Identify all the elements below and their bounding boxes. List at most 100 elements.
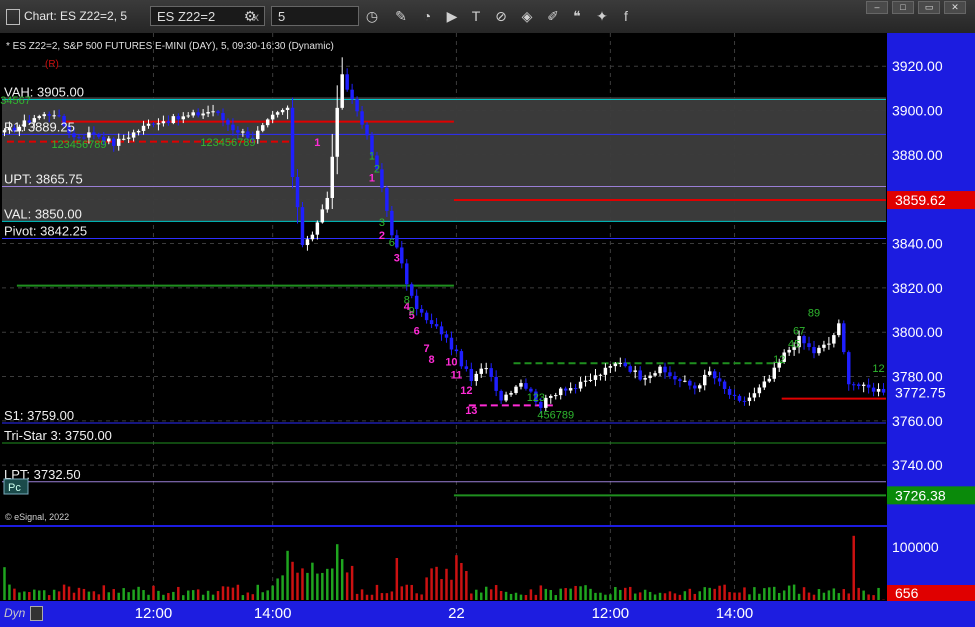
x-tick-label: 14:00 xyxy=(715,605,754,622)
dynamic-mode-label[interactable]: Dyn xyxy=(4,606,25,620)
facebook-icon[interactable]: f xyxy=(617,7,635,25)
candle-body xyxy=(405,263,409,285)
sequence-label: 123456789 xyxy=(200,137,255,149)
link-icon[interactable]: ⊘ xyxy=(492,7,510,25)
y-tick-label: 3920.00 xyxy=(892,58,943,74)
volume-bar xyxy=(13,588,16,600)
volume-bar xyxy=(867,594,870,600)
volume-bar xyxy=(499,590,503,600)
candle-body xyxy=(807,343,811,348)
candle-body xyxy=(727,388,732,395)
restore-button[interactable]: □ xyxy=(892,1,914,14)
volume-bar xyxy=(728,592,731,600)
play-icon[interactable]: ▶ xyxy=(443,7,461,25)
volume-bar xyxy=(28,592,31,600)
candle-body xyxy=(42,114,46,117)
volume-bar xyxy=(112,589,115,600)
volume-bar xyxy=(97,594,101,600)
candle-body xyxy=(514,386,518,394)
sequence-label: 13 xyxy=(465,405,477,417)
volume-bar xyxy=(475,589,478,600)
interval-input[interactable]: 5 xyxy=(271,6,359,26)
candle-body xyxy=(295,177,300,208)
lock-icon[interactable] xyxy=(30,606,43,621)
candle-body xyxy=(310,234,315,240)
candle-body xyxy=(737,395,742,401)
sequence-label: 9 xyxy=(409,305,415,317)
volume-bar xyxy=(862,590,865,600)
candle-body xyxy=(688,380,692,386)
candle-body xyxy=(861,384,866,386)
volume-bar xyxy=(494,585,498,600)
volume-bar xyxy=(152,585,155,600)
candle-body xyxy=(300,207,305,246)
volume-bar xyxy=(748,594,751,600)
candle-body xyxy=(583,380,588,382)
twitter-icon[interactable]: ✦ xyxy=(593,7,611,25)
volume-bar xyxy=(628,586,632,600)
close-button[interactable]: ✕ xyxy=(944,1,966,14)
paint-icon[interactable]: ◈ xyxy=(518,7,536,25)
volume-bar xyxy=(519,594,523,600)
candle-body xyxy=(151,123,156,125)
candle-body xyxy=(832,335,836,344)
price-chart[interactable]: 112345678 1011121312368912345678912456789… xyxy=(0,33,975,601)
volume-bar xyxy=(465,570,468,600)
sequence-label: 2 xyxy=(374,164,380,176)
chart-study-icon[interactable]: ◔ xyxy=(418,7,436,25)
candle-body xyxy=(275,112,280,115)
candle-body xyxy=(469,368,474,382)
volume-bar xyxy=(8,584,11,600)
volume-bar xyxy=(807,592,811,600)
volume-bar xyxy=(723,584,726,600)
volume-bar xyxy=(296,572,299,600)
volume-bar xyxy=(291,561,294,600)
volume-bar xyxy=(753,587,756,600)
candle-body xyxy=(732,394,737,396)
draw-icon[interactable]: ✐ xyxy=(544,7,562,25)
chart-app-icon xyxy=(6,9,20,25)
minimize-button[interactable]: – xyxy=(866,1,888,14)
volume-bar xyxy=(554,595,557,600)
candle-body xyxy=(320,209,325,223)
volume-bar xyxy=(420,594,423,600)
copyright-label: © eSignal, 2022 xyxy=(5,512,69,522)
volume-bar xyxy=(653,594,657,600)
y-tick-label: 3840.00 xyxy=(892,236,943,252)
candle-body xyxy=(484,368,488,370)
text-tool-icon[interactable]: T xyxy=(467,7,485,25)
candle-body xyxy=(231,124,235,131)
volume-bar xyxy=(390,591,394,600)
volume-bar xyxy=(57,591,61,600)
volume-bar xyxy=(872,595,875,600)
volume-bar xyxy=(514,592,518,600)
clock-icon[interactable]: ◷ xyxy=(363,7,381,25)
volume-bar xyxy=(311,562,314,600)
candle-body xyxy=(881,388,886,393)
volume-bar xyxy=(47,595,51,600)
gear-icon[interactable]: ⚙ xyxy=(241,7,259,25)
volume-bar xyxy=(251,594,255,600)
volume-bar xyxy=(211,594,215,600)
volume-bar xyxy=(470,593,473,600)
candle-body xyxy=(206,112,210,114)
volume-bar xyxy=(102,585,106,600)
volume-bar xyxy=(450,579,453,600)
candle-body xyxy=(871,387,876,392)
volume-bar xyxy=(142,590,145,600)
candle-body xyxy=(489,368,493,377)
pencil-icon[interactable]: ✎ xyxy=(392,7,410,25)
candle-body xyxy=(519,383,523,387)
volume-bar xyxy=(549,590,553,600)
volume-bar xyxy=(877,587,880,600)
y-tick-label: 3760.00 xyxy=(892,413,943,429)
volume-tick-label: 100000 xyxy=(892,539,939,555)
candle-body xyxy=(186,115,190,117)
candle-body xyxy=(842,323,846,353)
candle-body xyxy=(742,400,747,402)
candle-body xyxy=(414,295,419,309)
candle-body xyxy=(678,379,682,382)
volume-bar xyxy=(693,593,697,600)
maximize-button[interactable]: ▭ xyxy=(918,1,940,14)
quote-icon[interactable]: ❝ xyxy=(568,7,586,25)
